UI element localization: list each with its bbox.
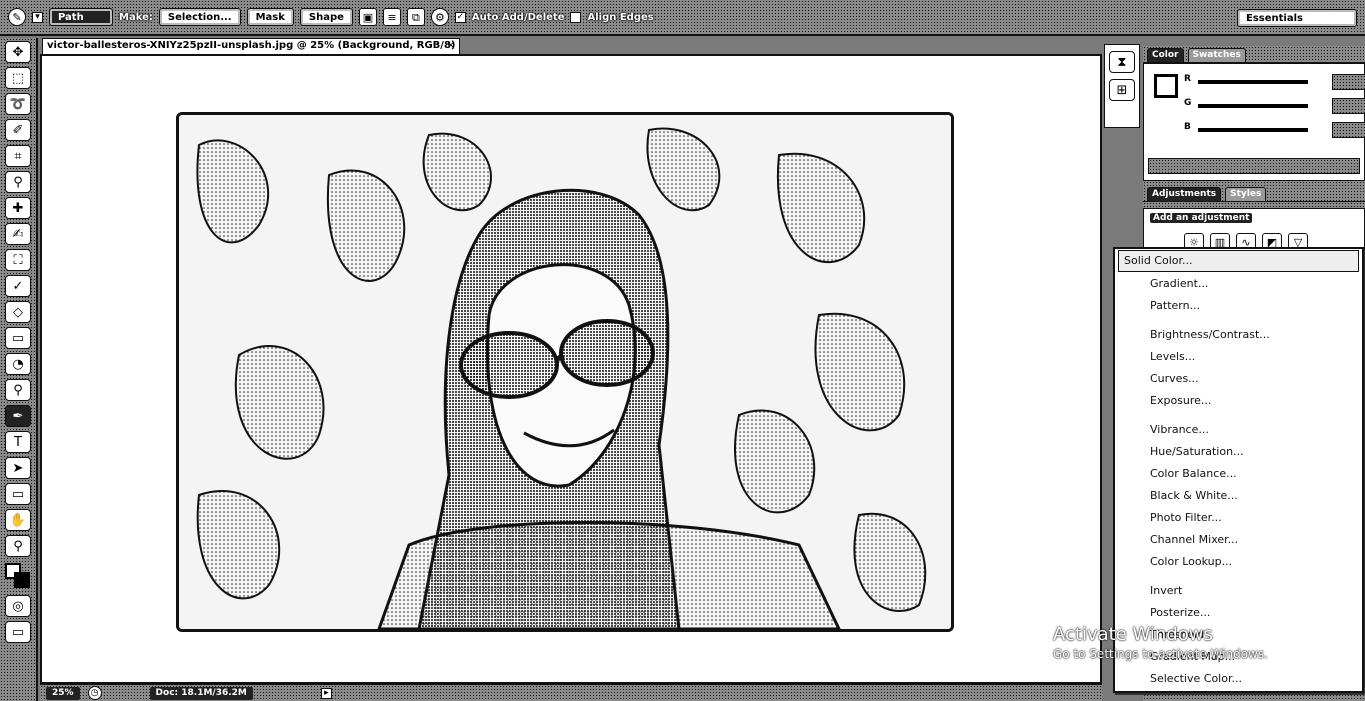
path-arrangement-icon[interactable]: ⧉ (406, 8, 425, 26)
align-edges-label: Align Edges (587, 11, 654, 23)
make-shape-button[interactable]: Shape (299, 8, 353, 26)
doc-size: Doc: 18.1M/36.2M (149, 686, 253, 700)
move-tool-icon[interactable]: ✥ (5, 41, 31, 63)
history-panel-icon[interactable]: ⧗ (1109, 51, 1135, 73)
red-slider[interactable]: R (1184, 74, 1365, 90)
gear-icon[interactable]: ⚙ (430, 8, 449, 26)
color-panel-tabs: Color Swatches (1143, 46, 1365, 63)
type-tool-icon[interactable]: T (5, 431, 31, 453)
menu-item-selective-color[interactable]: Selective Color... (1150, 672, 1242, 685)
dodge-tool-icon[interactable]: ⚲ (5, 379, 31, 401)
tab-color[interactable]: Color (1147, 48, 1184, 62)
menu-item-vibrance[interactable]: Vibrance... (1150, 423, 1209, 436)
status-info-icon[interactable]: ◷ (87, 686, 102, 700)
path-mode-select[interactable]: Path (49, 8, 113, 26)
preset-dropdown-icon[interactable]: ▾ (32, 11, 43, 23)
menu-item-brightness-contrast[interactable]: Brightness/Contrast... (1150, 328, 1270, 341)
menu-item-gradient[interactable]: Gradient... (1150, 277, 1208, 290)
document-tab-title: victor-ballesteros-XNIYz25pzII-unsplash.… (47, 40, 456, 51)
healing-brush-tool-icon[interactable]: ✚ (5, 197, 31, 219)
menu-item-levels[interactable]: Levels... (1150, 350, 1195, 363)
menu-item-color-balance[interactable]: Color Balance... (1150, 467, 1237, 480)
lasso-tool-icon[interactable]: ➰ (5, 93, 31, 115)
zoom-level[interactable]: 25% (46, 686, 80, 700)
crop-tool-icon[interactable]: ⌗ (5, 145, 31, 167)
posterized-portrait-graphic (179, 115, 951, 629)
menu-item-solid-color[interactable]: Solid Color... (1118, 250, 1359, 272)
watermark-subtitle: Go to Settings to activate Windows. (1053, 647, 1268, 661)
blue-slider[interactable]: B (1184, 122, 1365, 138)
background-color-swatch[interactable] (14, 572, 30, 588)
menu-item-pattern[interactable]: Pattern... (1150, 299, 1200, 312)
color-spectrum-bar[interactable] (1148, 158, 1360, 174)
options-bar: ✎ ▾ Path Make: Selection... Mask Shape ▣… (0, 0, 1365, 36)
auto-add-delete-checkbox[interactable]: ✓ (454, 11, 466, 23)
status-bar: 25% ◷ Doc: 18.1M/36.2M ▸ (40, 684, 1102, 701)
blue-label: B (1184, 122, 1191, 132)
menu-item-invert[interactable]: Invert (1150, 584, 1182, 597)
green-slider[interactable]: G (1184, 98, 1365, 114)
watermark-title: Activate Windows (1053, 624, 1213, 645)
tab-adjustments[interactable]: Adjustments (1147, 187, 1222, 201)
foreground-color-picker[interactable] (1154, 74, 1178, 98)
close-document-icon[interactable]: × (447, 39, 455, 53)
status-menu-arrow-icon[interactable]: ▸ (320, 687, 332, 699)
blue-track[interactable] (1198, 128, 1308, 132)
quick-selection-tool-icon[interactable]: ✐ (5, 119, 31, 141)
blue-value-field[interactable] (1332, 122, 1365, 138)
menu-item-photo-filter[interactable]: Photo Filter... (1150, 511, 1222, 524)
shape-tool-icon[interactable]: ▭ (5, 483, 31, 505)
foreground-background-colors[interactable] (5, 563, 31, 589)
make-selection-button[interactable]: Selection... (158, 8, 241, 26)
red-value-field[interactable] (1332, 74, 1365, 90)
menu-item-black-white[interactable]: Black & White... (1150, 489, 1238, 502)
clone-stamp-tool-icon[interactable]: ⛶ (5, 249, 31, 271)
quick-mask-icon[interactable]: ◎ (5, 595, 31, 617)
add-adjustment-label: Add an adjustment (1150, 213, 1253, 223)
menu-item-hue-saturation[interactable]: Hue/Saturation... (1150, 445, 1244, 458)
menu-item-curves[interactable]: Curves... (1150, 372, 1199, 385)
red-label: R (1184, 74, 1191, 84)
color-panel: R G B (1143, 63, 1365, 181)
hand-tool-icon[interactable]: ✋ (5, 509, 31, 531)
make-mask-button[interactable]: Mask (246, 8, 294, 26)
path-selection-tool-icon[interactable]: ➤ (5, 457, 31, 479)
screen-mode-icon[interactable]: ▭ (5, 621, 31, 643)
document-canvas[interactable] (40, 54, 1102, 684)
tab-swatches[interactable]: Swatches (1187, 48, 1246, 62)
menu-item-channel-mixer[interactable]: Channel Mixer... (1150, 533, 1238, 546)
tools-panel: ✥ ⬚ ➰ ✐ ⌗ ⚲ ✚ ✍ ⛶ ✓ ◇ ▭ ◔ ⚲ ✒ T ➤ ▭ ✋ ⚲ … (0, 38, 38, 701)
tab-styles[interactable]: Styles (1225, 187, 1267, 201)
green-value-field[interactable] (1332, 98, 1365, 114)
workspace-switcher[interactable]: Essentials (1237, 9, 1357, 27)
make-label: Make: (119, 11, 153, 23)
pen-tool-icon[interactable]: ✒ (5, 405, 31, 427)
collapsed-panel-dock: ⧗ ⊞ (1104, 44, 1140, 128)
brush-tool-icon[interactable]: ✍ (5, 223, 31, 245)
menu-item-color-lookup[interactable]: Color Lookup... (1150, 555, 1232, 568)
menu-item-exposure[interactable]: Exposure... (1150, 394, 1211, 407)
blur-tool-icon[interactable]: ◔ (5, 353, 31, 375)
history-brush-tool-icon[interactable]: ✓ (5, 275, 31, 297)
document-tab[interactable]: victor-ballesteros-XNIYz25pzII-unsplash.… (42, 38, 460, 54)
adjustments-panel-tabs: Adjustments Styles (1143, 185, 1365, 202)
photo-image (176, 112, 954, 632)
zoom-tool-icon[interactable]: ⚲ (5, 535, 31, 557)
path-alignment-icon[interactable]: ≡ (382, 8, 401, 26)
menu-item-posterize[interactable]: Posterize... (1150, 606, 1210, 619)
pen-tool-preset-icon[interactable]: ✎ (8, 8, 26, 26)
red-track[interactable] (1198, 80, 1308, 84)
eyedropper-tool-icon[interactable]: ⚲ (5, 171, 31, 193)
green-label: G (1184, 98, 1192, 108)
green-track[interactable] (1198, 104, 1308, 108)
path-operations-icon[interactable]: ▣ (358, 8, 377, 26)
marquee-tool-icon[interactable]: ⬚ (5, 67, 31, 89)
properties-panel-icon[interactable]: ⊞ (1109, 79, 1135, 101)
activate-windows-watermark: Activate Windows Go to Settings to activ… (1053, 624, 1268, 661)
eraser-tool-icon[interactable]: ◇ (5, 301, 31, 323)
auto-add-delete-label: Auto Add/Delete (471, 11, 565, 23)
gradient-tool-icon[interactable]: ▭ (5, 327, 31, 349)
align-edges-checkbox[interactable] (570, 11, 582, 23)
